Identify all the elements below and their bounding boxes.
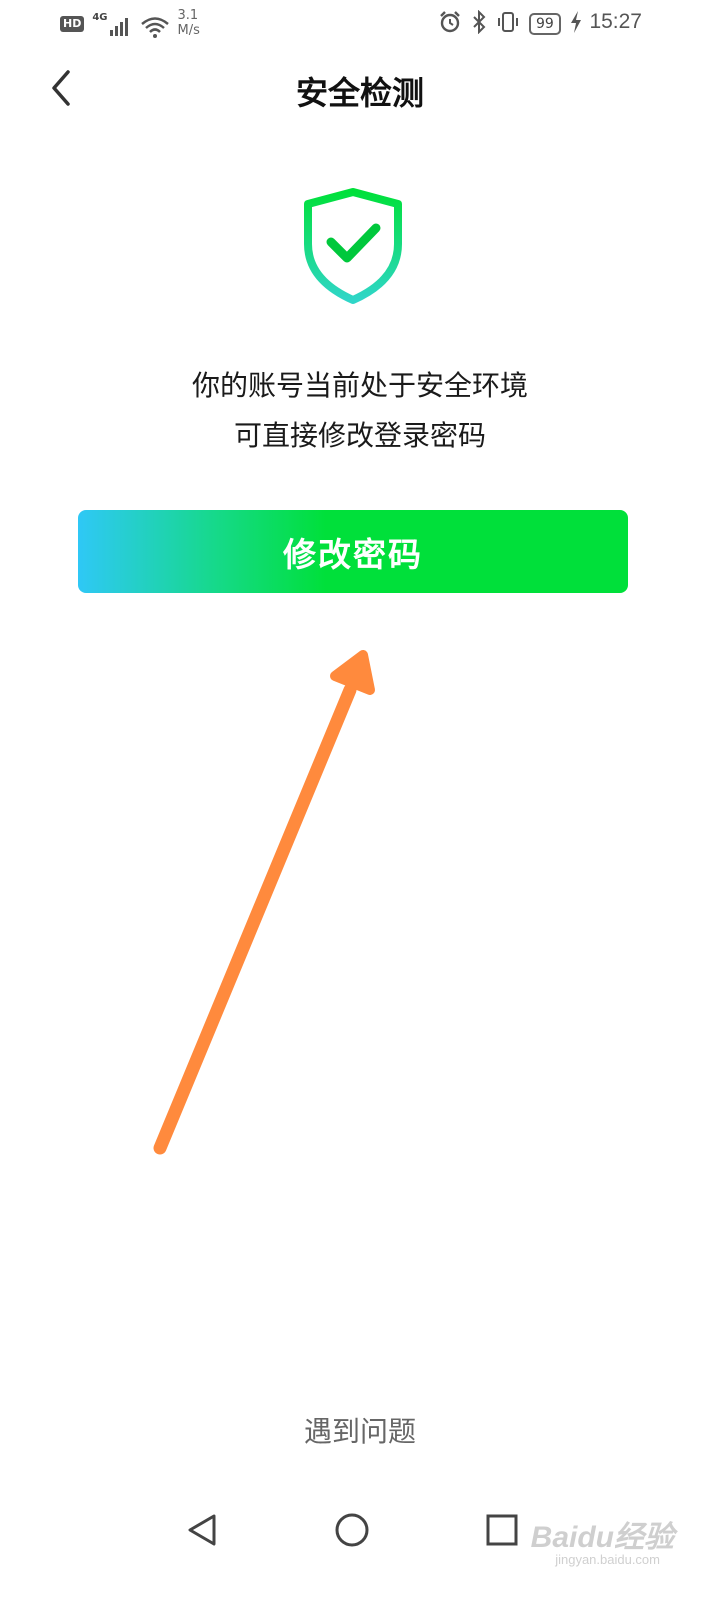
- change-password-label: 修改密码: [283, 534, 423, 574]
- alarm-icon: [438, 10, 462, 38]
- nav-back-button[interactable]: [172, 1500, 232, 1560]
- status-right: 99: [438, 9, 582, 38]
- change-password-button[interactable]: 修改密码: [78, 510, 628, 593]
- battery-level: 99: [536, 16, 554, 32]
- bluetooth-icon: [471, 9, 487, 38]
- wifi-icon: [140, 16, 170, 42]
- title-bar: 安全检测: [0, 52, 720, 124]
- charging-icon: [570, 10, 582, 38]
- nav-recent-button[interactable]: [472, 1500, 532, 1560]
- nav-home-button[interactable]: [322, 1500, 382, 1560]
- battery-icon: 99: [529, 13, 561, 35]
- nav-home-icon: [335, 1513, 369, 1547]
- clock: 15:27: [589, 10, 642, 33]
- status-bar: HD 4G 3.1 M/s 99 15:27: [0, 0, 720, 48]
- watermark-logo: Baidu经验: [530, 1521, 674, 1554]
- hd-badge: HD: [60, 16, 85, 32]
- shield-check-icon: [298, 186, 408, 306]
- security-hint-text: 可直接修改登录密码: [233, 419, 486, 452]
- security-status-text: 你的账号当前处于安全环境: [191, 369, 528, 402]
- nav-back-icon: [188, 1514, 216, 1546]
- signal-icon: 4G: [92, 8, 131, 36]
- speed-unit: M/s: [177, 23, 200, 38]
- vibrate-icon: [496, 10, 520, 38]
- status-left: HD 4G 3.1 M/s: [60, 8, 200, 42]
- watermark-url: jingyan.baidu.com: [555, 1552, 660, 1567]
- network-speed: 3.1 M/s: [178, 8, 200, 38]
- page-title: 安全检测: [295, 74, 424, 112]
- help-link[interactable]: 遇到问题: [0, 1410, 720, 1450]
- speed-value: 3.1: [177, 8, 199, 23]
- network-type: 4G: [92, 12, 108, 23]
- nav-recent-icon: [486, 1514, 518, 1546]
